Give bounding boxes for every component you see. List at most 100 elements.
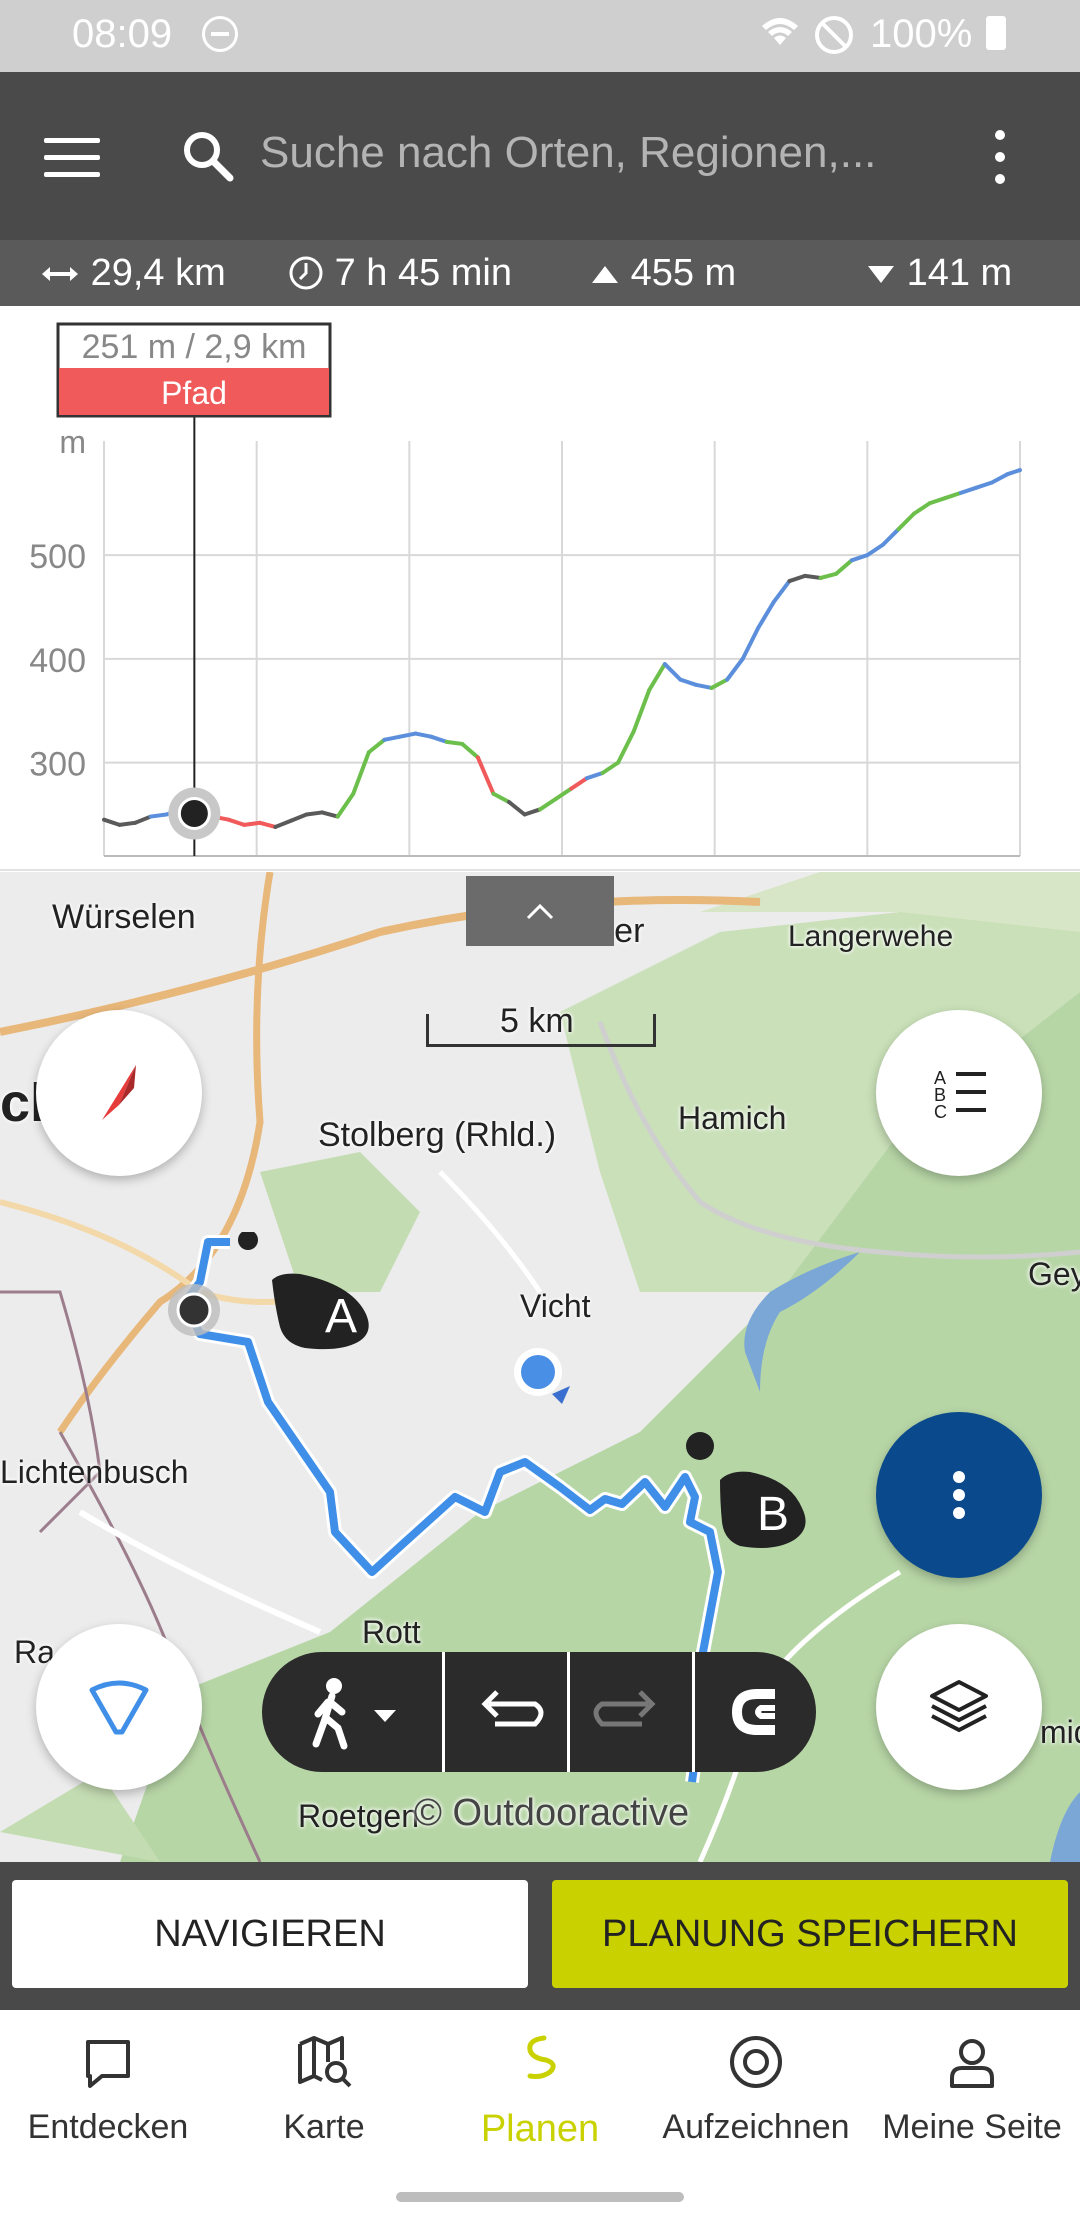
- y-tick-label: 500: [29, 538, 86, 576]
- descent-value: 141 m: [906, 252, 1013, 294]
- elevation-segment: [818, 571, 839, 580]
- start-marker-label: A: [325, 1290, 357, 1343]
- place-label: Rott: [362, 1614, 421, 1650]
- route-stats-bar: 29,4 km 7 h 45 min 455 m 141 m: [0, 240, 1080, 306]
- elevation-segment: [600, 760, 621, 775]
- more-options-icon[interactable]: [992, 130, 1008, 186]
- place-label: midt: [1040, 1714, 1080, 1750]
- route-start-marker[interactable]: A: [150, 1232, 390, 1392]
- action-bar: NAVIGIEREN PLANUNG SPEICHERN: [0, 1862, 1080, 2010]
- view-direction-button[interactable]: [36, 1624, 202, 1790]
- svg-text:C: C: [934, 1102, 947, 1122]
- elevation-segment: [429, 734, 449, 744]
- place-label: Gey: [1028, 1256, 1080, 1292]
- elevation-segment: [584, 771, 605, 781]
- elevation-segment: [413, 731, 434, 739]
- menu-icon[interactable]: [44, 138, 100, 178]
- tab-karte[interactable]: Karte: [216, 2010, 432, 2178]
- search-icon[interactable]: [180, 128, 236, 184]
- route-end-marker[interactable]: B: [680, 1432, 830, 1562]
- elevation-segment: [242, 820, 262, 827]
- search-input[interactable]: Suche nach Orten, Regionen,...: [260, 128, 876, 178]
- place-label: Stolberg (Rhld.): [318, 1116, 557, 1154]
- ascent-triangle-icon: [592, 266, 618, 283]
- ascent-stat: 455 m: [590, 252, 736, 295]
- battery-percentage: 100%: [870, 12, 973, 56]
- elevation-segment: [366, 737, 387, 755]
- elevation-segment: [553, 786, 574, 801]
- navigate-button[interactable]: NAVIGIEREN: [12, 1880, 528, 1988]
- compass-button[interactable]: [36, 1010, 202, 1176]
- elevation-segment: [522, 807, 543, 817]
- clock-icon: [289, 256, 323, 290]
- compass-icon: [102, 1065, 136, 1120]
- elevation-segment: [803, 573, 823, 580]
- redo-button[interactable]: [570, 1652, 692, 1772]
- elevation-segment: [382, 734, 402, 742]
- elevation-segment: [335, 791, 356, 819]
- elevation-segment: [662, 662, 683, 682]
- elevation-segment: [647, 662, 667, 692]
- undo-icon: [481, 1690, 544, 1727]
- tab-entdecken[interactable]: Entdecken: [0, 2010, 216, 2178]
- snap-to-path-button[interactable]: [695, 1652, 816, 1772]
- search-header: Suche nach Orten, Regionen,...: [0, 72, 1080, 240]
- elevation-segment: [397, 731, 418, 739]
- elevation-segment: [320, 810, 340, 819]
- route-options-button[interactable]: [876, 1412, 1042, 1578]
- map-layers-button[interactable]: [876, 1624, 1042, 1790]
- place-label: Lichtenbusch: [0, 1454, 189, 1490]
- elevation-segment: [102, 817, 122, 827]
- elevation-segment: [896, 511, 917, 532]
- undo-button[interactable]: [445, 1652, 567, 1772]
- elevation-segment: [678, 677, 698, 687]
- duration-stat: 7 h 45 min: [288, 252, 512, 295]
- status-bar: 08:09 100%: [0, 0, 1080, 72]
- elevation-segment: [507, 800, 527, 817]
- chevron-up-icon: [526, 903, 554, 920]
- more-vertical-icon: [953, 1471, 965, 1519]
- record-icon: [730, 2036, 782, 2088]
- home-indicator[interactable]: [396, 2192, 684, 2202]
- abc-list-icon: A B C: [934, 1068, 986, 1122]
- tab-aufzeichnen[interactable]: Aufzeichnen: [648, 2010, 864, 2178]
- magnet-icon: [731, 1689, 775, 1735]
- tab-planen[interactable]: Planen: [432, 2010, 648, 2178]
- tab-label: Entdecken: [27, 2108, 189, 2146]
- battery-icon: [986, 16, 1006, 50]
- current-location-marker: [514, 1348, 570, 1404]
- place-label: Langerwehe: [788, 920, 954, 953]
- elevation-segment: [787, 573, 808, 584]
- elevation-segment: [460, 741, 480, 760]
- elevation-segment: [304, 810, 325, 817]
- elevation-chart[interactable]: 500 400 300 m 251 m / 2,9 km Pfad: [0, 306, 1080, 872]
- collapse-profile-button[interactable]: [466, 876, 614, 946]
- elevation-profile[interactable]: 500 400 300 m 251 m / 2,9 km Pfad: [0, 306, 1080, 872]
- elevation-segment: [117, 820, 138, 827]
- tab-meine-seite[interactable]: Meine Seite: [864, 2010, 1080, 2178]
- place-label: Hamich: [678, 1100, 787, 1136]
- elevation-segment: [865, 542, 885, 558]
- elevation-segment: [616, 729, 636, 765]
- duration-value: 7 h 45 min: [334, 252, 513, 294]
- elevation-segment: [273, 818, 293, 829]
- tab-label: Planen: [480, 2108, 600, 2150]
- waypoint-list-button[interactable]: A B C: [876, 1010, 1042, 1176]
- y-tick-label: 400: [29, 642, 86, 680]
- descent-stat: 141 m: [866, 252, 1012, 295]
- scale-label: 5 km: [500, 1002, 574, 1040]
- activity-selector[interactable]: [262, 1652, 442, 1772]
- elevation-segment: [491, 791, 512, 805]
- tab-label: Aufzeichnen: [662, 2108, 850, 2146]
- elevation-segment: [288, 812, 309, 823]
- save-plan-button[interactable]: PLANUNG SPEICHERN: [552, 1880, 1068, 1988]
- elevation-segment: [257, 820, 278, 829]
- distance-value: 29,4 km: [90, 252, 226, 294]
- place-label: Vicht: [520, 1288, 591, 1324]
- hiker-icon: [312, 1678, 396, 1750]
- end-marker-label: B: [757, 1488, 789, 1541]
- descent-triangle-icon: [868, 266, 894, 283]
- elevation-segment: [226, 817, 247, 827]
- tooltip-surface: Pfad: [161, 375, 227, 411]
- user-icon: [950, 2039, 994, 2088]
